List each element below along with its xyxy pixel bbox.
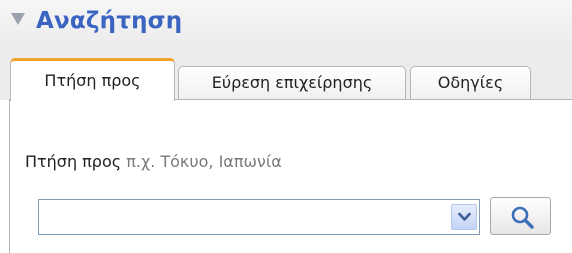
tab-label: Εύρεση επιχείρησης bbox=[211, 73, 373, 92]
search-panel: Αναζήτηση Πτήση προς Εύρεση επιχείρησης … bbox=[0, 0, 572, 253]
tab-fly-to[interactable]: Πτήση προς bbox=[10, 58, 175, 101]
tab-find-business[interactable]: Εύρεση επιχείρησης bbox=[178, 66, 406, 100]
tab-directions[interactable]: Οδηγίες bbox=[410, 66, 531, 100]
fly-to-combobox[interactable] bbox=[38, 199, 480, 235]
panel-title: Αναζήτηση bbox=[36, 8, 183, 34]
fly-to-label-text: Πτήση προς bbox=[25, 152, 122, 171]
tab-strip: Πτήση προς Εύρεση επιχείρησης Οδηγίες bbox=[0, 46, 572, 101]
search-panel-header[interactable]: Αναζήτηση bbox=[0, 0, 572, 47]
fly-to-input[interactable] bbox=[39, 200, 451, 234]
tab-label: Πτήση προς bbox=[44, 71, 141, 90]
fly-to-label: Πτήση προς π.χ. Τόκυο, Ιαπωνία bbox=[25, 152, 282, 171]
chevron-down-icon bbox=[458, 212, 471, 221]
magnifier-icon bbox=[511, 206, 534, 229]
search-button[interactable] bbox=[490, 197, 551, 235]
dropdown-button[interactable] bbox=[451, 204, 477, 230]
tab-label: Οδηγίες bbox=[437, 73, 504, 92]
collapse-triangle-icon[interactable] bbox=[11, 13, 25, 25]
fly-to-hint: π.χ. Τόκυο, Ιαπωνία bbox=[126, 152, 282, 171]
